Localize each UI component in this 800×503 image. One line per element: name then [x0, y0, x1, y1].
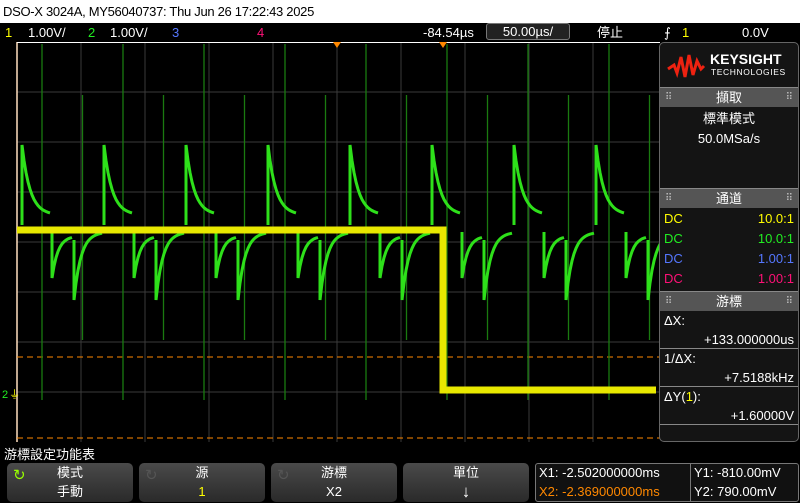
acquisition-header[interactable]: 擷取	[660, 87, 798, 108]
ch2-scale[interactable]: 1.00V/	[110, 23, 148, 42]
status-bar: 1 1.00V/ 2 1.00V/ 3 4 -84.54µs 50.00µs/ …	[0, 23, 800, 42]
delay-marker	[439, 42, 447, 48]
window-title: DSO-X 3024A, MY56040737: Thu Jun 26 17:2…	[0, 0, 800, 23]
rotate-knob-icon: ↻	[13, 467, 26, 484]
inverse-delta-x-value: +7.5188kHz	[660, 368, 798, 387]
delta-x-label: ΔX:	[664, 313, 685, 328]
cursor-y1: Y1: -810.00mV	[694, 465, 781, 480]
dy-suffix: ):	[692, 389, 701, 404]
softkey-label: 源	[195, 465, 209, 480]
sample-rate: 50.0MSa/s	[697, 131, 761, 146]
timebase-readout[interactable]: 50.00µs/	[486, 23, 570, 40]
graticule	[17, 42, 660, 442]
trigger-source[interactable]: 1	[682, 23, 689, 42]
probe-ratio: 10.0:1	[757, 211, 794, 226]
rising-edge-icon: ⨍	[664, 25, 671, 40]
ch1-number[interactable]: 1	[5, 23, 12, 42]
rotate-knob-icon: ↻	[145, 467, 158, 484]
delay-readout[interactable]: -84.54µs	[423, 23, 474, 42]
softkey-label: 游標	[320, 465, 347, 480]
cursor-x1: X1: -2.502000000ms	[539, 465, 660, 480]
softkey-source[interactable]: ↻ 源 1	[139, 463, 265, 502]
keysight-wave-icon	[667, 54, 706, 79]
cursor-x2: X2: -2.369000000ms	[539, 484, 660, 499]
probe-ratio: 10.0:1	[757, 231, 794, 246]
delta-y-label: ΔY(1):	[660, 387, 798, 406]
softkey-cursor[interactable]: ↻ 游標 X2	[271, 463, 397, 502]
ch1-scale[interactable]: 1.00V/	[28, 23, 66, 42]
delta-x-value: +133.000000us	[660, 330, 798, 349]
keysight-logo: KEYSIGHT TECHNOLOGIES	[660, 43, 798, 87]
dy-source: 1	[685, 389, 693, 404]
channel-2-row: DC 10.0:1	[660, 229, 798, 249]
side-panel: KEYSIGHT TECHNOLOGIES 擷取 標準模式 50.0MSa/s …	[659, 42, 799, 442]
softkey-value: 手動	[56, 484, 83, 499]
cursor-y2: Y2: 790.00mV	[694, 484, 777, 499]
delta-y-value: +1.60000V	[660, 406, 798, 425]
ch2-ground-marker: 2	[2, 389, 8, 401]
inverse-delta-x-label: 1/ΔX:	[664, 351, 696, 366]
channel-4-row: DC 1.00:1	[660, 269, 798, 289]
coupling: DC	[664, 271, 683, 286]
arrow-down-icon: ↓	[461, 482, 471, 501]
ch4-number[interactable]: 4	[257, 23, 264, 42]
trigger-level[interactable]: 0.0V	[742, 23, 769, 42]
softkey-mode[interactable]: ↻ 模式 手動	[7, 463, 133, 502]
rotate-knob-icon: ↻	[277, 467, 290, 484]
acquisition-mode: 標準模式	[702, 111, 755, 126]
cursor-readout: X1: -2.502000000ms X2: -2.369000000ms Y1…	[535, 463, 799, 502]
softkey-value: 1	[198, 484, 206, 499]
coupling: DC	[664, 231, 683, 246]
softkey-label: 模式	[56, 465, 83, 480]
channels-header[interactable]: 通道	[660, 188, 798, 209]
softkey-units[interactable]: 單位 ↓	[403, 463, 529, 502]
ch2-number[interactable]: 2	[88, 23, 95, 42]
softkey-value: X2	[326, 484, 342, 499]
brand-subtitle: TECHNOLOGIES	[711, 67, 786, 77]
ch1-ground-marker: ⏚	[9, 388, 20, 401]
cursors-header[interactable]: 游標	[660, 291, 798, 312]
probe-ratio: 1.00:1	[757, 251, 794, 266]
waveform-display[interactable]: 2 ⏚	[0, 42, 660, 442]
ch2-trace	[20, 44, 660, 400]
ch2-waveform	[20, 144, 660, 301]
menu-title: 游標設定功能表	[4, 447, 96, 462]
softkey-label: 單位	[452, 465, 479, 480]
run-state: 停止	[597, 25, 624, 40]
coupling: DC	[664, 211, 683, 226]
coupling: DC	[664, 251, 683, 266]
channel-1-row: DC 10.0:1	[660, 209, 798, 229]
probe-ratio: 1.00:1	[757, 271, 794, 286]
brand-name: KEYSIGHT	[710, 51, 782, 67]
trigger-position-marker	[333, 42, 341, 48]
dy-prefix: ΔY(	[664, 389, 686, 404]
ch3-number[interactable]: 3	[172, 23, 179, 42]
channel-3-row: DC 1.00:1	[660, 249, 798, 269]
